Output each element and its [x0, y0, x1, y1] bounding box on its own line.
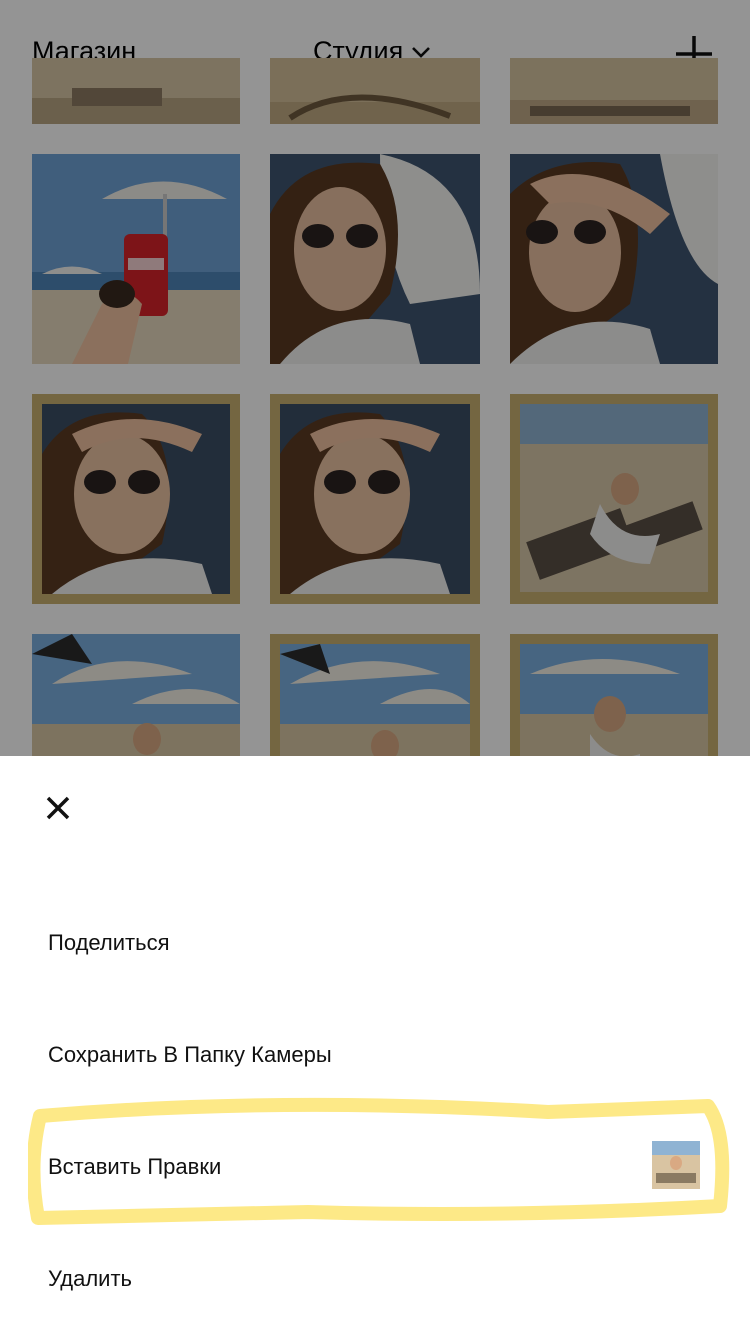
delete-label: Удалить — [48, 1266, 132, 1291]
save-label: Сохранить В Папку Камеры — [48, 1042, 332, 1067]
edits-thumbnail — [652, 1141, 700, 1189]
action-sheet: Поделиться Сохранить В Папку Камеры Вста… — [0, 756, 750, 1334]
paste-edits-label: Вставить Правки — [48, 1154, 222, 1179]
dim-overlay[interactable] — [0, 0, 750, 756]
close-icon[interactable] — [44, 794, 72, 822]
studio-screen: Магазин Студия — [0, 0, 750, 756]
share-label: Поделиться — [48, 930, 170, 955]
